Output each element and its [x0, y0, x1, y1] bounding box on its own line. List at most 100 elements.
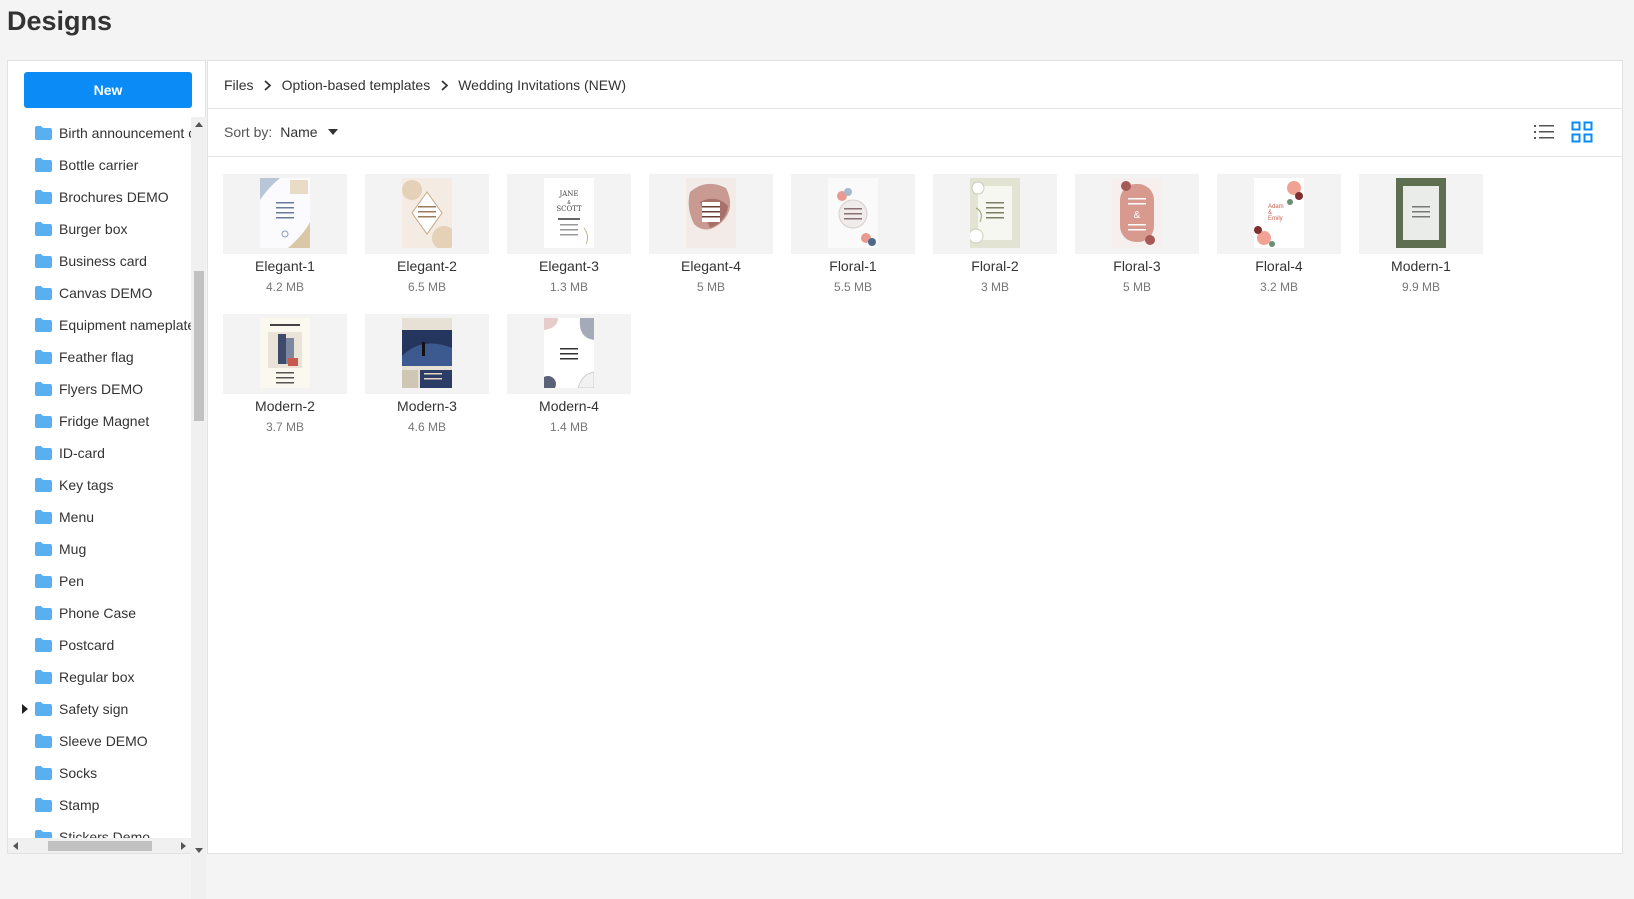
folder-icon	[35, 414, 52, 428]
scroll-down-arrow-icon[interactable]	[191, 843, 206, 858]
file-size: 5 MB	[696, 280, 725, 294]
svg-text:&: &	[1134, 210, 1141, 221]
file-browser: Files Option-based templates Wedding Inv…	[207, 60, 1623, 854]
new-button[interactable]: New	[24, 72, 192, 108]
sort-label: Sort by:	[224, 124, 273, 140]
chevron-right-icon	[254, 79, 282, 91]
design-thumbnail[interactable]	[507, 314, 631, 394]
sidebar-folder-item[interactable]: Sleeve DEMO	[8, 725, 191, 757]
grid-view-icon[interactable]	[1571, 121, 1593, 143]
folder-icon	[35, 798, 52, 812]
file-size: 3.2 MB	[1259, 280, 1298, 294]
file-card[interactable]: Elegant-1 4.2 MB	[223, 174, 347, 314]
folder-icon	[35, 350, 52, 364]
sidebar-folder-label: Equipment nameplate	[59, 317, 191, 333]
sidebar-folder-item[interactable]: Equipment nameplate	[8, 309, 191, 341]
file-size: 4.6 MB	[407, 420, 446, 434]
sidebar-folder-item[interactable]: Key tags	[8, 469, 191, 501]
design-thumbnail[interactable]: &	[1075, 174, 1199, 254]
design-thumbnail[interactable]	[365, 314, 489, 394]
file-card[interactable]: Floral-1 5.5 MB	[791, 174, 915, 314]
sidebar-folder-item[interactable]: Burger box	[8, 213, 191, 245]
horizontal-scrollbar[interactable]	[8, 838, 191, 853]
sidebar-folder-label: Brochures DEMO	[59, 189, 169, 205]
folder-icon	[35, 606, 52, 620]
file-card[interactable]: Elegant-2 6.5 MB	[365, 174, 489, 314]
sidebar-folder-item[interactable]: Menu	[8, 501, 191, 533]
sidebar-folder-label: Business card	[59, 253, 147, 269]
design-thumbnail[interactable]	[223, 174, 347, 254]
sidebar-folder-item[interactable]: Pen	[8, 565, 191, 597]
folder-icon	[35, 286, 52, 300]
file-size: 9.9 MB	[1401, 280, 1440, 294]
vertical-scrollbar[interactable]	[191, 117, 206, 899]
file-card[interactable]: Adam & Emily Floral-4 3.2 MB	[1217, 174, 1341, 314]
sidebar-folder-item[interactable]: Mug	[8, 533, 191, 565]
file-size: 3 MB	[980, 280, 1009, 294]
sidebar-folder-item[interactable]: Business card	[8, 245, 191, 277]
folder-icon	[35, 158, 52, 172]
folder-icon	[35, 670, 52, 684]
list-view-icon[interactable]	[1533, 121, 1555, 143]
sort-dropdown[interactable]: Name	[280, 124, 338, 140]
folder-icon	[35, 190, 52, 204]
sidebar-folder-item[interactable]: Postcard	[8, 629, 191, 661]
caret-down-icon	[327, 129, 338, 135]
file-card[interactable]: Modern-2 3.7 MB	[223, 314, 347, 454]
sidebar-folder-item[interactable]: Phone Case	[8, 597, 191, 629]
breadcrumb-option-based-templates[interactable]: Option-based templates	[282, 77, 431, 93]
sidebar-folder-item[interactable]: Fridge Magnet	[8, 405, 191, 437]
sidebar-folder-item[interactable]: Stamp	[8, 789, 191, 821]
design-thumbnail[interactable]: Adam & Emily	[1217, 174, 1341, 254]
file-name: Floral-3	[1113, 258, 1161, 274]
sidebar-folder-label: Bottle carrier	[59, 157, 139, 173]
sidebar-folder-item[interactable]: Safety sign	[8, 693, 191, 725]
breadcrumb-wedding-invitations: Wedding Invitations (NEW)	[458, 77, 627, 93]
sidebar-folder-label: Fridge Magnet	[59, 413, 150, 429]
file-size: 6.5 MB	[407, 280, 446, 294]
sidebar-folder-item[interactable]: Feather flag	[8, 341, 191, 373]
sidebar-folder-item[interactable]: Socks	[8, 757, 191, 789]
scroll-left-arrow-icon[interactable]	[8, 838, 23, 853]
sidebar-folder-label: Flyers DEMO	[59, 381, 143, 397]
chevron-right-icon	[430, 79, 458, 91]
sidebar-folder-item[interactable]: Brochures DEMO	[8, 181, 191, 213]
h-scrollbar-thumb[interactable]	[48, 841, 152, 851]
expand-arrow-icon[interactable]	[20, 693, 30, 725]
sidebar-folder-label: Key tags	[59, 477, 114, 493]
folder-icon	[35, 318, 52, 332]
sidebar-folder-item[interactable]: Bottle carrier	[8, 149, 191, 181]
design-thumbnail[interactable]	[1359, 174, 1483, 254]
file-card[interactable]: Modern-3 4.6 MB	[365, 314, 489, 454]
design-thumbnail[interactable]	[365, 174, 489, 254]
svg-text:SCOTT: SCOTT	[556, 205, 582, 213]
design-thumbnail[interactable]	[649, 174, 773, 254]
file-name: Elegant-2	[397, 258, 457, 274]
design-thumbnail[interactable]	[223, 314, 347, 394]
file-card[interactable]: JANE & SCOTT Elegant-3 1.3 MB	[507, 174, 631, 314]
sidebar-folder-item[interactable]: Canvas DEMO	[8, 277, 191, 309]
sidebar-folder-label: Regular box	[59, 669, 135, 685]
svg-text:Emily: Emily	[1268, 216, 1283, 222]
sidebar-folder-item[interactable]: Flyers DEMO	[8, 373, 191, 405]
scroll-up-arrow-icon[interactable]	[191, 117, 206, 132]
design-thumbnail[interactable]	[791, 174, 915, 254]
sort-bar: Sort by: Name	[224, 109, 338, 155]
page-title: Designs	[7, 6, 113, 36]
breadcrumb-files[interactable]: Files	[224, 77, 254, 93]
sidebar-folder-label: Burger box	[59, 221, 128, 237]
file-card[interactable]: & Floral-3 5 MB	[1075, 174, 1199, 314]
scroll-right-arrow-icon[interactable]	[176, 838, 191, 853]
design-thumbnail[interactable]	[933, 174, 1057, 254]
sidebar-folder-item[interactable]: Birth announcement cards	[8, 120, 191, 149]
sidebar-folder-item[interactable]: Regular box	[8, 661, 191, 693]
scrollbar-thumb[interactable]	[194, 271, 204, 421]
file-card[interactable]: Elegant-4 5 MB	[649, 174, 773, 314]
file-card[interactable]: Modern-4 1.4 MB	[507, 314, 631, 454]
file-card[interactable]: Modern-1 9.9 MB	[1359, 174, 1483, 314]
sidebar-folder-item[interactable]: ID-card	[8, 437, 191, 469]
file-card[interactable]: Floral-2 3 MB	[933, 174, 1057, 314]
file-name: Floral-4	[1255, 258, 1303, 274]
folder-icon	[35, 478, 52, 492]
design-thumbnail[interactable]: JANE & SCOTT	[507, 174, 631, 254]
